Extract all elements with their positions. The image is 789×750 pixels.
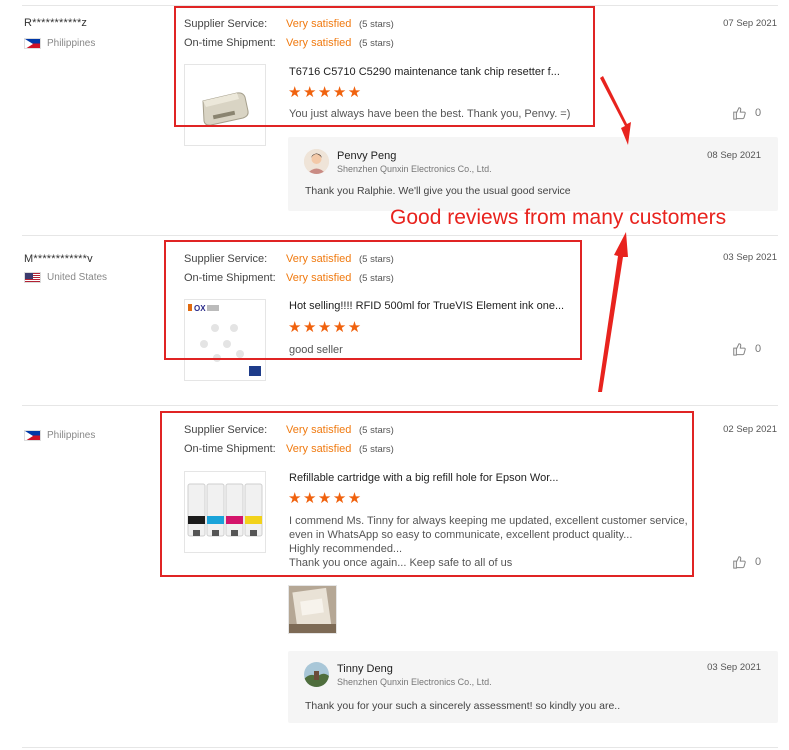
- arrow-down-icon: [600, 76, 631, 145]
- annotation-arrows: [598, 76, 631, 392]
- arrow-up-icon: [598, 232, 628, 392]
- annotation-text: Good reviews from many customers: [390, 206, 727, 229]
